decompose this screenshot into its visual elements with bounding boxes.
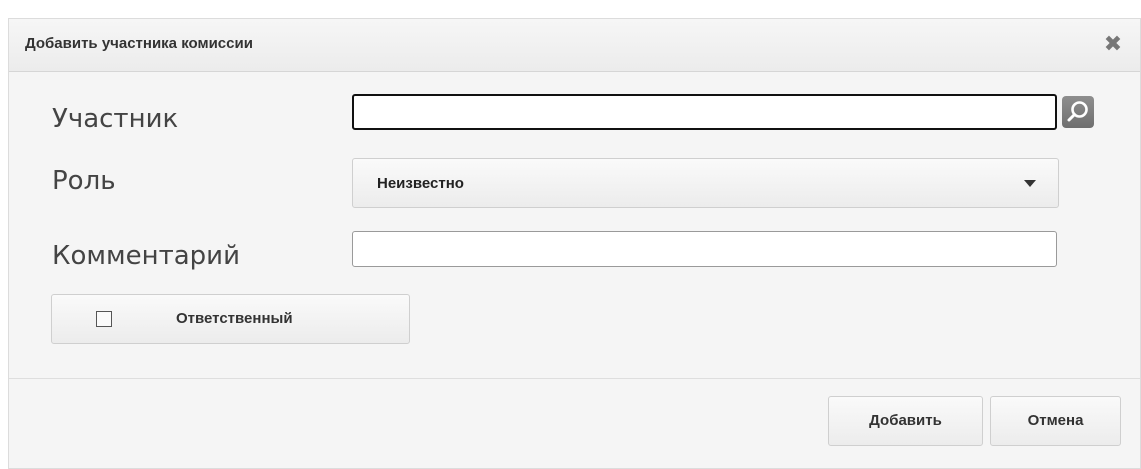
participant-input[interactable] [352,94,1057,130]
participant-label: Участник [52,104,179,134]
dialog-title: Добавить участника комиссии [25,35,253,52]
responsible-checkbox[interactable] [96,311,112,327]
comment-input[interactable] [352,231,1057,267]
comment-label: Комментарий [52,241,240,271]
close-icon[interactable]: ✖ [1100,29,1126,59]
chevron-down-icon [1024,180,1036,187]
role-label: Роль [52,166,116,196]
dialog-titlebar: Добавить участника комиссии ✖ [9,19,1140,72]
footer-divider [9,378,1140,379]
search-button[interactable] [1062,96,1094,128]
search-icon [1067,101,1088,122]
responsible-toggle-button[interactable]: Ответственный [51,294,410,344]
role-selected-value: Неизвестно [377,175,464,192]
role-select[interactable]: Неизвестно [352,158,1059,208]
cancel-button[interactable]: Отмена [990,396,1121,446]
responsible-label: Ответственный [176,310,293,327]
add-button[interactable]: Добавить [828,396,983,446]
add-commission-member-dialog: Добавить участника комиссии ✖ Участник Р… [8,18,1141,469]
